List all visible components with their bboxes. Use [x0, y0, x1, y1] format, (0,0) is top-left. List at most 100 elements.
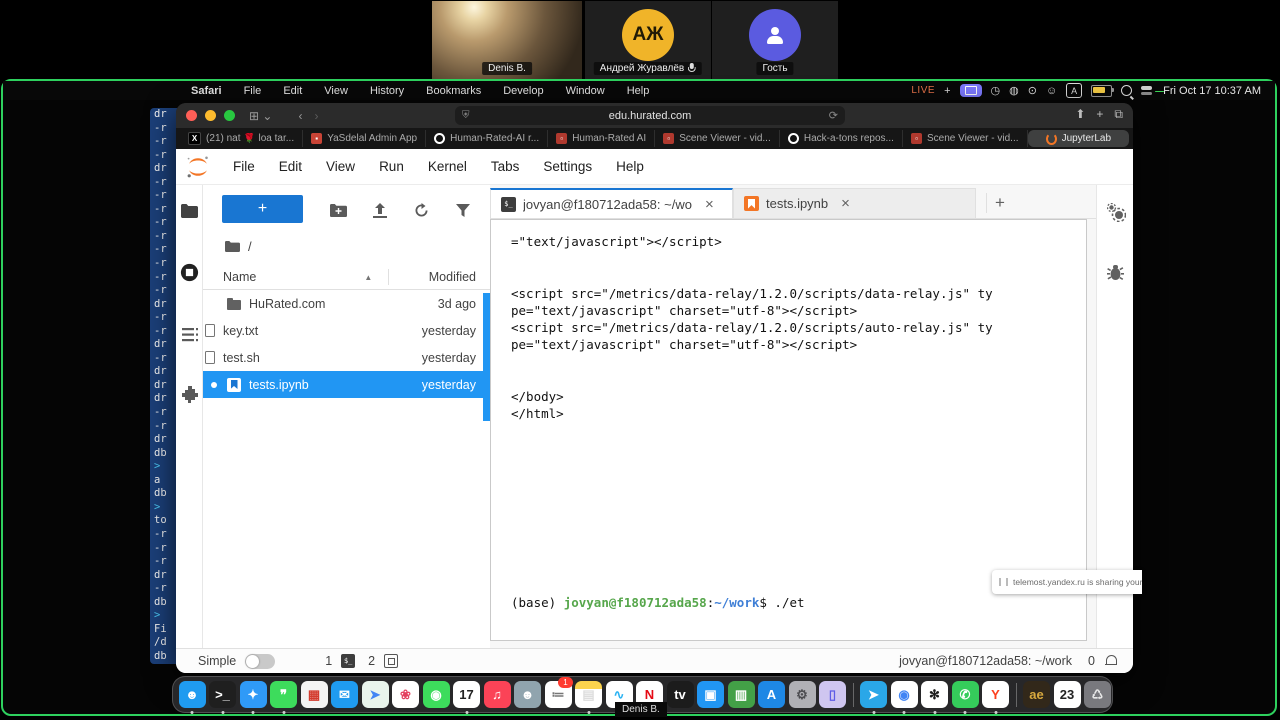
input-source-icon[interactable]: A	[1066, 83, 1082, 98]
reminders-icon[interactable]: ≔ 1	[544, 680, 572, 710]
jupyterlab-menu[interactable]: View	[314, 159, 367, 174]
menubar-menu[interactable]: Develop	[492, 85, 554, 97]
close-window-button[interactable]	[186, 110, 197, 121]
safari-tab[interactable]: Human-Rated-AI r...	[426, 130, 548, 147]
clock-icon[interactable]: ◷	[991, 84, 1001, 97]
yandex-browser-icon[interactable]: Y	[982, 680, 1010, 710]
iphone-mirroring-icon[interactable]: ▯	[819, 680, 847, 710]
ae-app-icon[interactable]: ae	[1023, 680, 1051, 710]
play-circle-icon[interactable]: ⊙	[1028, 84, 1037, 97]
name-column-header[interactable]: Name	[223, 270, 256, 284]
apple-tv-icon[interactable]: tv	[666, 680, 694, 710]
breadcrumb[interactable]: /	[225, 239, 252, 254]
menubar-menu[interactable]: Help	[616, 85, 661, 97]
terminal-output[interactable]: ="text/javascript"></script> <script src…	[511, 233, 993, 594]
add-tab-button[interactable]: +	[986, 193, 1013, 213]
keynote-icon[interactable]: ▣	[697, 680, 725, 710]
mail-icon[interactable]: ✉	[331, 680, 359, 710]
safari-tab[interactable]: JupyterLab	[1028, 130, 1129, 147]
chrome-icon[interactable]: ◉	[890, 680, 918, 710]
battery-icon[interactable]	[1091, 85, 1112, 97]
running-kernels-icon[interactable]	[180, 263, 199, 282]
pause-icon[interactable]	[999, 578, 1008, 586]
document-23-icon[interactable]: 23	[1053, 680, 1081, 710]
jupyterlab-menu[interactable]: Edit	[267, 159, 314, 174]
messages-icon[interactable]: ❞	[270, 680, 298, 710]
safari-tab[interactable]: Scene Viewer - vid...	[903, 130, 1028, 147]
telegram-icon[interactable]: ➤	[860, 680, 888, 710]
new-launcher-button[interactable]: +	[222, 195, 303, 223]
dock-separator[interactable]	[1012, 680, 1020, 710]
music-icon[interactable]: ♫	[483, 680, 511, 710]
finder-icon[interactable]: ☻	[178, 680, 206, 710]
contacts-icon[interactable]: ☻	[514, 680, 542, 710]
menubar-menu[interactable]: View	[313, 85, 359, 97]
sidebar-toggle-icon[interactable]: ⊞ ⌄	[249, 109, 272, 123]
close-tab-icon[interactable]: ×	[841, 195, 850, 212]
file-row[interactable]: tests.ipynb yesterday	[203, 371, 490, 398]
back-button[interactable]: ‹	[298, 109, 302, 123]
notes-icon[interactable]: ▤	[575, 680, 603, 710]
refresh-button[interactable]	[412, 201, 430, 219]
minimize-window-button[interactable]	[205, 110, 216, 121]
forward-button[interactable]: ›	[314, 109, 318, 123]
menubar-menu[interactable]: Window	[555, 85, 616, 97]
screen-share-banner[interactable]: telemost.yandex.ru is sharing your scree…	[992, 570, 1142, 594]
debugger-icon[interactable]	[1107, 263, 1124, 286]
file-list-scrollbar[interactable]	[483, 293, 490, 421]
address-bar[interactable]: ⛨ edu.hurated.com ⟳	[455, 106, 845, 125]
settings-icon[interactable]: ⚙	[788, 680, 816, 710]
safari-tab[interactable]: Scene Viewer - vid...	[655, 130, 780, 147]
active-app-name[interactable]: Safari	[180, 85, 233, 97]
face-icon[interactable]: ☺	[1046, 85, 1057, 97]
app-store-icon[interactable]: A	[758, 680, 786, 710]
screen-sharing-icon[interactable]	[960, 84, 982, 97]
safari-tab[interactable]: (21) nat 🌹 loa tar...	[180, 130, 303, 147]
terminal-prompt[interactable]: (base) jovyan@f180712ada58:~/work$ ./et	[511, 594, 993, 611]
whatsapp-icon[interactable]: ✆	[951, 680, 979, 710]
spotlight-icon[interactable]	[1121, 85, 1132, 96]
new-tab-icon[interactable]: +	[1096, 107, 1103, 122]
terminals-icon[interactable]	[341, 654, 355, 668]
file-row[interactable]: key.txt yesterday	[203, 317, 490, 344]
menubar-clock[interactable]: Fri Oct 17 10:37 AM	[1163, 85, 1261, 97]
participant-tile-andrey[interactable]: АЖ Андрей Журавлёв	[585, 1, 711, 79]
table-of-contents-icon[interactable]	[180, 325, 199, 344]
zoom-window-button[interactable]	[224, 110, 235, 121]
launchpad-icon[interactable]: ▦	[300, 680, 328, 710]
extension-manager-icon[interactable]	[180, 385, 199, 404]
document-tab[interactable]: tests.ipynb ×	[733, 188, 976, 218]
photos-icon[interactable]: ❀	[392, 680, 420, 710]
reload-icon[interactable]: ⟳	[829, 109, 838, 122]
terminal-icon[interactable]: >_	[209, 680, 237, 710]
share-icon[interactable]: ⬆	[1075, 107, 1085, 122]
property-inspector-icon[interactable]	[1107, 203, 1126, 227]
file-row[interactable]: HuRated.com 3d ago	[203, 290, 490, 317]
safari-icon[interactable]: ✦	[239, 680, 267, 710]
document-tab[interactable]: jovyan@f180712ada58: ~/wo ×	[490, 188, 733, 218]
privacy-shield-icon[interactable]: ⛨	[462, 110, 470, 121]
participant-tile-denis[interactable]: Denis B.	[432, 1, 582, 79]
safari-tab[interactable]: YaSdelal Admin App	[303, 130, 426, 147]
chatgpt-icon[interactable]: ✻	[921, 680, 949, 710]
menubar-menu[interactable]: History	[359, 85, 415, 97]
jupyterlab-menu[interactable]: File	[221, 159, 267, 174]
network-icon[interactable]: ◍	[1009, 84, 1019, 97]
safari-tab[interactable]: Human-Rated AI	[548, 130, 655, 147]
dock-separator[interactable]	[849, 680, 857, 710]
file-browser-icon[interactable]	[180, 201, 199, 220]
filter-button[interactable]	[454, 201, 472, 219]
control-center-icon[interactable]	[1141, 85, 1154, 96]
close-tab-icon[interactable]: ×	[705, 196, 714, 213]
numbers-icon[interactable]: ▥	[727, 680, 755, 710]
menubar-menu[interactable]: Bookmarks	[415, 85, 492, 97]
participant-tile-guest[interactable]: Гость	[712, 1, 838, 79]
calendar-icon[interactable]: 17	[453, 680, 481, 710]
file-row[interactable]: test.sh yesterday	[203, 344, 490, 371]
menubar-menu[interactable]: File	[233, 85, 273, 97]
tab-overview-icon[interactable]: ⧉	[1114, 107, 1123, 122]
safari-tab[interactable]: Hack-a-tons repos...	[780, 130, 903, 147]
new-folder-button[interactable]	[329, 201, 347, 219]
notifications-bell-icon[interactable]	[1105, 655, 1117, 667]
add-icon[interactable]: +	[944, 85, 950, 97]
